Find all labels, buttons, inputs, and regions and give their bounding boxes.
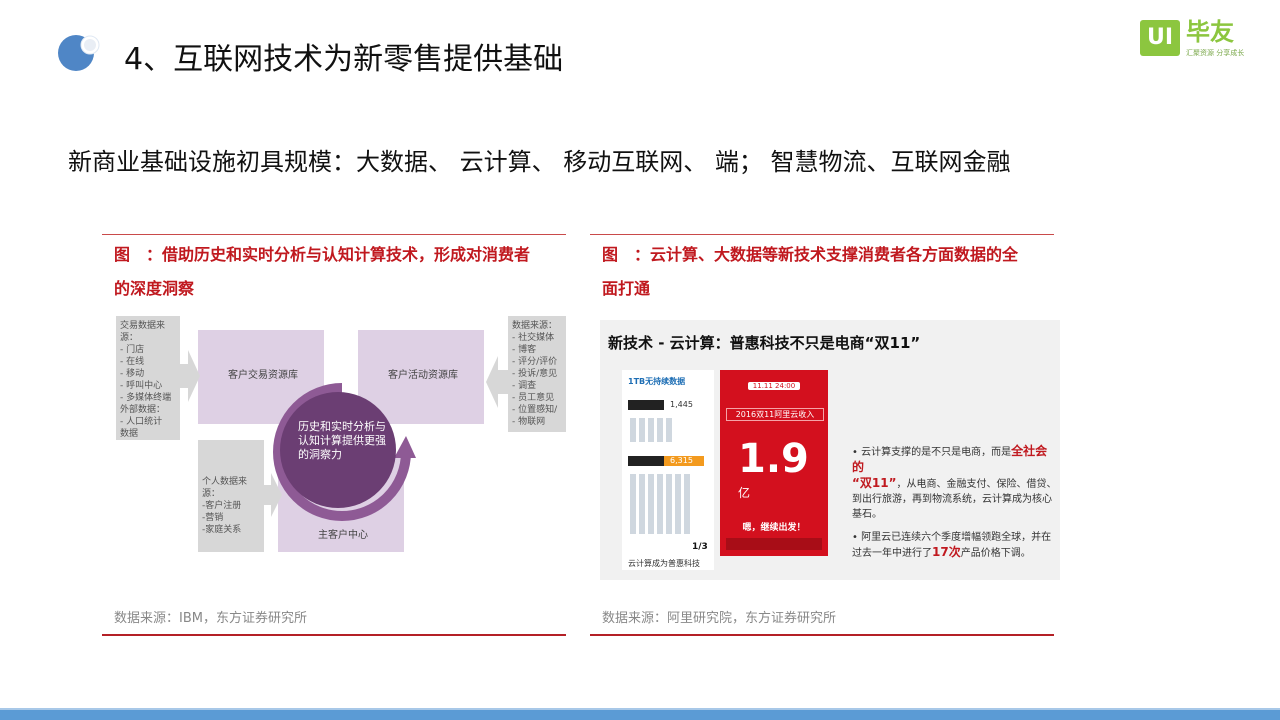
left-sources-title: 交易数据来源： <box>120 321 166 343</box>
page-title: 4、互联网技术为新零售提供基础 <box>124 42 564 77</box>
activity-repository-label: 客户活动资源库 <box>388 370 458 381</box>
infographic-caption: 云计算成为普惠科技 <box>628 559 700 568</box>
figure-right-source: 数据来源：阿里研究院，东方证券研究所 <box>602 611 837 626</box>
right-source-item: - 社交媒体 <box>512 333 555 343</box>
infographic-ratio: 1/3 <box>692 542 708 552</box>
right-sources-title: 数据来源： <box>512 321 558 331</box>
bullet-2-text-2: 产品价格下调。 <box>960 548 1031 559</box>
transaction-repository-label: 客户交易资源库 <box>228 370 298 381</box>
personal-source-item: -家庭关系 <box>202 525 242 535</box>
bottle-grid-2 <box>630 474 690 534</box>
bullet-2: • 阿里云已连续六个季度增幅领跑全球，并在过去一年中进行了17次产品价格下调。 <box>852 532 1052 559</box>
infographic-panel: 1TB无持续数据 1,445 6,315 1/3 云计算成为普惠科技 <box>622 370 714 570</box>
figure-left-source: 数据来源：IBM，东方证券研究所 <box>114 611 307 626</box>
footer-bar <box>0 710 1280 720</box>
figure-right-caption-line2: 面打通 <box>602 279 651 298</box>
external-source-item: 数据 <box>120 429 139 439</box>
personal-sources-title: 个人数据来源： <box>202 477 248 499</box>
personal-sources-panel: 个人数据来源： -客户注册 -营销 -家庭关系 <box>198 440 264 552</box>
brand-logo: UI 毕友 汇聚资源 分享成长 <box>1140 18 1260 60</box>
left-source-item: - 多媒体终端 <box>120 393 172 403</box>
figure-left-caption-line2: 的深度洞察 <box>114 279 195 298</box>
logo-tagline: 汇聚资源 分享成长 <box>1186 49 1245 57</box>
left-source-item: - 在线 <box>120 357 145 367</box>
figure-right: 图 ：云计算、大数据等新技术支撑消费者各方面数据的全 面打通 新技术 - 云计算… <box>590 234 1060 636</box>
promo-note: 嗯，继续出发！ <box>742 523 806 533</box>
figure-left: 图 ：借助历史和实时分析与认知计算技术，形成对消费者 的深度洞察 客户交易资源库… <box>102 234 566 636</box>
external-sources-title: 外部数据： <box>120 405 166 415</box>
double11-promo-card: 11.11 24:00 2016双11阿里云收入 1.9 亿 嗯，继续出发！ <box>720 370 828 556</box>
slide-subtitle: 新商业基础设施初具规模：大数据、 云计算、 移动互联网、 端； 智慧物流、互联网… <box>68 148 1011 176</box>
right-source-item: - 博客 <box>512 345 537 355</box>
external-source-item: - 人口统计 <box>120 417 163 427</box>
insight-line: 历史和实时分析与 <box>298 420 386 433</box>
figure-left-caption-line1: 图 ：借助历史和实时分析与认知计算技术，形成对消费者 <box>114 245 531 264</box>
infographic-title: 1TB无持续数据 <box>628 377 686 386</box>
infographic-bar-2 <box>628 456 664 466</box>
insight-line: 认知计算提供更强 <box>298 434 386 447</box>
bullet-2-highlight: 17次 <box>932 545 961 559</box>
right-arrow-icon <box>486 356 508 408</box>
right-source-item: - 投诉/意见 <box>512 369 558 379</box>
promo-label: 2016双11阿里云收入 <box>726 408 824 421</box>
left-arrow-icon <box>178 350 200 402</box>
bottle-grid-1 <box>630 418 674 442</box>
right-source-item: - 调查 <box>512 381 537 391</box>
promo-date: 11.11 24:00 <box>748 382 800 390</box>
logo-name: 毕友 <box>1186 18 1234 46</box>
personal-source-item: -客户注册 <box>202 501 242 511</box>
cloud-slide-title: 新技术 - 云计算：普惠科技不只是电商“双11” <box>608 334 921 352</box>
figure-right-caption-line1: 图 ：云计算、大数据等新技术支撑消费者各方面数据的全 <box>602 245 1019 264</box>
bullet-1: • 云计算支撑的是不只是电商，而是全社会的 “双11”，从电商、金融支付、保险、借… <box>852 444 1057 520</box>
left-source-item: - 呼叫中心 <box>120 381 163 391</box>
left-sources-panel: 交易数据来源： - 门店 - 在线 - 移动 - 呼叫中心 - 多媒体终端 外部… <box>116 316 180 440</box>
logo-mark: UI <box>1140 20 1180 56</box>
slide-bullets: • 云计算支撑的是不只是电商，而是全社会的 “双11”，从电商、金融支付、保险、借… <box>852 444 1058 561</box>
title-bubble-icon <box>58 35 100 71</box>
promo-value: 1.9 <box>738 436 809 482</box>
bullet-1-text: 云计算支撑的是不只是电商，而是 <box>861 447 1012 458</box>
promo-value-group: 1.9 亿 <box>738 436 818 500</box>
right-source-item: - 评分/评价 <box>512 357 558 367</box>
insight-text: 历史和实时分析与 认知计算提供更强 的洞察力 <box>298 420 386 462</box>
promo-unit: 亿 <box>738 486 751 500</box>
figure-right-caption: 图 ：云计算、大数据等新技术支撑消费者各方面数据的全 面打通 <box>602 238 1018 306</box>
left-source-item: - 门店 <box>120 345 145 355</box>
right-source-item: - 员工意见 <box>512 393 555 403</box>
infographic-value-1: 1,445 <box>670 400 693 409</box>
insight-line: 的洞察力 <box>298 448 342 461</box>
figure-left-caption: 图 ：借助历史和实时分析与认知计算技术，形成对消费者 的深度洞察 <box>114 238 530 306</box>
right-sources-panel: 数据来源： - 社交媒体 - 博客 - 评分/评价 - 投诉/意见 - 调查 -… <box>508 316 566 432</box>
right-source-item: - 物联网 <box>512 417 546 427</box>
infographic-bar-1 <box>628 400 664 410</box>
right-source-item: - 位置感知/ <box>512 405 558 415</box>
infographic-value-2: 6,315 <box>670 456 693 465</box>
bullet-1-highlight-2: “双11” <box>852 476 897 490</box>
cloud-slide: 新技术 - 云计算：普惠科技不只是电商“双11” 1TB无持续数据 1,445 … <box>600 320 1060 580</box>
personal-source-item: -营销 <box>202 513 224 523</box>
promo-footer-bar <box>726 538 822 550</box>
master-customer-label: 主客户中心 <box>318 530 368 541</box>
left-source-item: - 移动 <box>120 369 145 379</box>
